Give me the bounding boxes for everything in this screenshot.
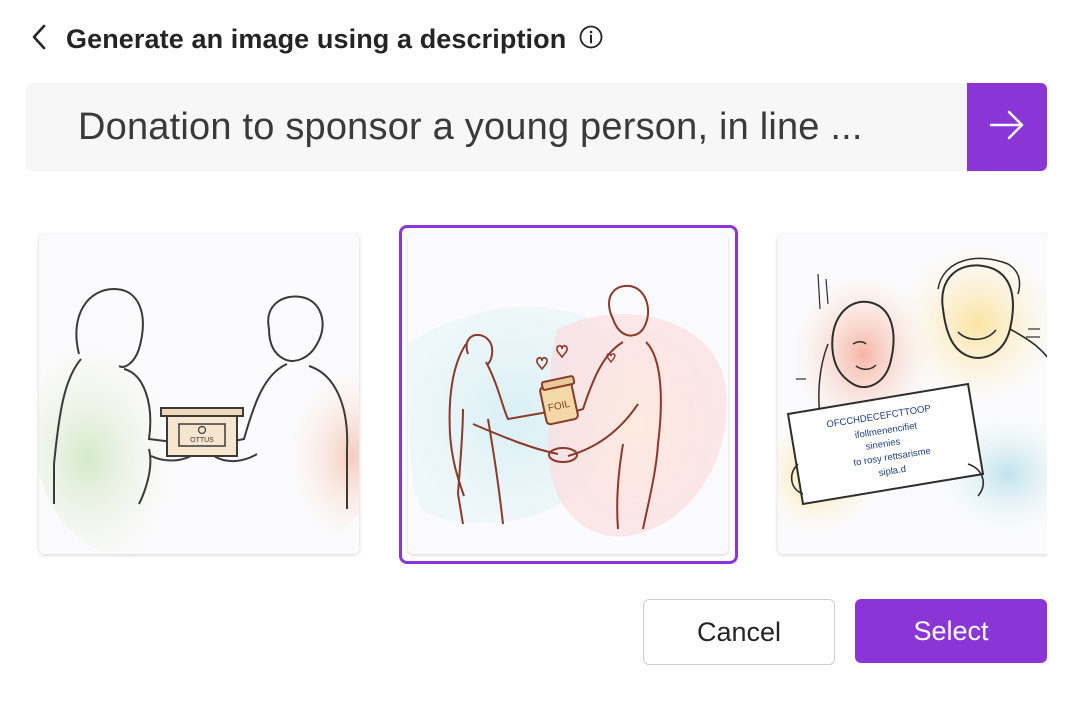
info-button[interactable] xyxy=(578,25,604,54)
image-couple-with-jar: FOIL xyxy=(408,234,728,554)
image-donation-box-handover: OTTUS xyxy=(39,234,359,554)
info-icon xyxy=(579,25,603,54)
prompt-bar: Donation to sponsor a young person, in l… xyxy=(26,83,1047,171)
prompt-input[interactable]: Donation to sponsor a young person, in l… xyxy=(26,106,967,149)
generated-image-3[interactable]: OFCCHDECEFCTTOOP ifollmenencifiet sineni… xyxy=(778,234,1047,554)
back-button[interactable] xyxy=(30,18,58,60)
image-gallery: OTTUS FOIL OFCCHDECEFCTTOOP ifollmenenci… xyxy=(0,225,1047,565)
select-button[interactable]: Select xyxy=(855,599,1047,663)
image-generator-dialog: Generate an image using a description Do… xyxy=(0,0,1092,722)
page-title: Generate an image using a description xyxy=(66,23,567,54)
generated-image-1[interactable]: OTTUS xyxy=(39,234,359,554)
image-people-holding-sign: OFCCHDECEFCTTOOP ifollmenencifiet sineni… xyxy=(778,234,1047,554)
generated-image-2[interactable]: FOIL xyxy=(408,234,728,554)
generate-button[interactable] xyxy=(967,83,1047,171)
arrow-right-icon xyxy=(987,105,1027,150)
header: Generate an image using a description xyxy=(30,18,604,60)
chevron-left-icon xyxy=(30,22,48,57)
svg-text:OTTUS: OTTUS xyxy=(190,437,214,444)
cancel-button[interactable]: Cancel xyxy=(643,599,835,665)
